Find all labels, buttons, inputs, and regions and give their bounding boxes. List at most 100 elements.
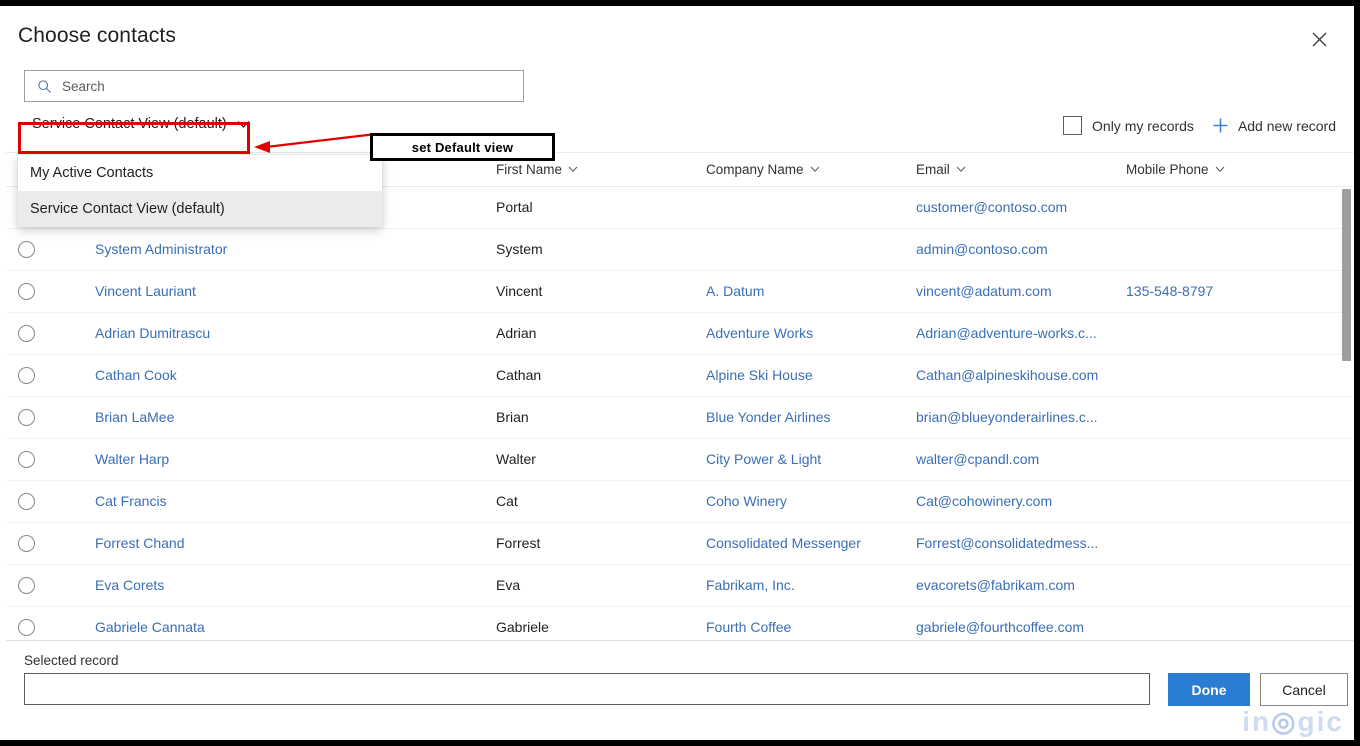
row-mobile-phone-cell[interactable]: 135-548-8797 (1126, 283, 1326, 301)
row-email-cell[interactable]: Forrest@consolidatedmess... (916, 535, 1126, 553)
row-select-cell[interactable] (6, 493, 46, 510)
row-email-cell[interactable]: Cat@cohowinery.com (916, 493, 1126, 511)
only-my-records-label: Only my records (1092, 117, 1194, 134)
row-select-cell[interactable] (6, 535, 46, 552)
row-radio-button[interactable] (17, 283, 35, 300)
row-select-cell[interactable] (6, 367, 46, 384)
row-company-name-cell[interactable]: City Power & Light (706, 451, 916, 469)
row-email-cell[interactable]: gabriele@fourthcoffee.com (916, 619, 1126, 637)
row-first-name-cell-text: Vincent (496, 282, 543, 299)
row-email-cell[interactable]: customer@contoso.com (916, 199, 1126, 217)
done-button[interactable]: Done (1168, 673, 1250, 706)
row-first-name-cell-text: Cat (496, 492, 518, 509)
row-select-cell[interactable] (6, 325, 46, 342)
row-company-name-cell[interactable]: Coho Winery (706, 493, 916, 511)
row-select-cell[interactable] (6, 283, 46, 300)
row-radio-button[interactable] (17, 325, 35, 342)
row-full-name-cell[interactable]: Forrest Chand (46, 535, 496, 553)
dialog-footer: Selected record Done Cancel in◎gic (6, 640, 1354, 740)
row-company-name-cell-text: Consolidated Messenger (706, 534, 861, 551)
view-option-0[interactable]: My Active Contacts (18, 155, 382, 191)
grid-header-company-name[interactable]: Company Name (706, 162, 916, 177)
row-radio-button[interactable] (17, 577, 35, 594)
row-radio-button[interactable] (17, 241, 35, 258)
view-selector-button[interactable]: Service Contact View (default) (28, 112, 260, 136)
grid-header-mobile-phone[interactable]: Mobile Phone (1126, 162, 1326, 177)
search-input[interactable] (62, 78, 482, 94)
row-radio-button[interactable] (17, 535, 35, 552)
grid-scrollbar[interactable] (1342, 189, 1351, 629)
table-row[interactable]: System Administrator System admin@contoso.… (6, 229, 1354, 271)
row-full-name-cell[interactable]: Walter Harp (46, 451, 496, 469)
search-box[interactable] (24, 70, 524, 102)
row-select-cell[interactable] (6, 577, 46, 594)
row-full-name-cell[interactable]: System Administrator (46, 241, 496, 259)
table-row[interactable]: Adrian Dumitrascu Adrian Adventure Works Ad… (6, 313, 1354, 355)
row-email-cell[interactable]: brian@blueyonderairlines.c... (916, 409, 1126, 427)
row-first-name-cell-text: Brian (496, 408, 529, 425)
row-company-name-cell[interactable]: A. Datum (706, 283, 916, 301)
page-title: Choose contacts (18, 24, 176, 47)
grid-header-first-name[interactable]: First Name (496, 162, 706, 177)
row-first-name-cell: Adrian (496, 325, 706, 343)
row-radio-button[interactable] (17, 367, 35, 384)
row-company-name-cell-text: Fourth Coffee (706, 618, 792, 635)
grid-scrollbar-thumb[interactable] (1342, 189, 1351, 361)
row-company-name-cell[interactable]: Consolidated Messenger (706, 535, 916, 553)
row-radio-button[interactable] (17, 451, 35, 468)
table-row[interactable]: Gabriele Cannata Gabriele Fourth Coffee gab… (6, 607, 1354, 640)
table-row[interactable]: Eva Corets Eva Fabrikam, Inc. evacorets@fab… (6, 565, 1354, 607)
row-select-cell[interactable] (6, 451, 46, 468)
table-row[interactable]: Vincent Lauriant Vincent A. Datum vincent@a… (6, 271, 1354, 313)
row-select-cell[interactable] (6, 241, 46, 258)
grid-header-email[interactable]: Email (916, 162, 1126, 177)
close-icon[interactable] (1304, 24, 1334, 54)
row-full-name-cell[interactable]: Adrian Dumitrascu (46, 325, 496, 343)
add-new-record-button[interactable]: Add new record (1212, 117, 1336, 134)
row-company-name-cell-text: Alpine Ski House (706, 366, 813, 383)
row-email-cell[interactable]: admin@contoso.com (916, 241, 1126, 259)
row-email-cell[interactable]: walter@cpandl.com (916, 451, 1126, 469)
row-company-name-cell[interactable]: Blue Yonder Airlines (706, 409, 916, 427)
row-full-name-cell[interactable]: Eva Corets (46, 577, 496, 595)
command-bar-right: Only my records Add new record (1063, 116, 1336, 135)
only-my-records-checkbox[interactable] (1063, 116, 1083, 135)
table-row[interactable]: Cat Francis Cat Coho Winery Cat@cohowinery.… (6, 481, 1354, 523)
row-first-name-cell: Gabriele (496, 619, 706, 637)
row-radio-button[interactable] (17, 619, 35, 636)
cancel-button[interactable]: Cancel (1260, 673, 1348, 706)
view-option-label: My Active Contacts (30, 165, 154, 181)
table-row[interactable]: Cathan Cook Cathan Alpine Ski House Cathan@… (6, 355, 1354, 397)
row-select-cell[interactable] (6, 409, 46, 426)
row-company-name-cell[interactable]: Fourth Coffee (706, 619, 916, 637)
row-first-name-cell: Cat (496, 493, 706, 511)
row-company-name-cell[interactable]: Fabrikam, Inc. (706, 577, 916, 595)
row-company-name-cell[interactable]: Adventure Works (706, 325, 916, 343)
row-email-cell[interactable]: vincent@adatum.com (916, 283, 1126, 301)
grid-header-email-label: Email (916, 162, 950, 177)
row-first-name-cell-text: Cathan (496, 366, 542, 383)
row-email-cell[interactable]: Cathan@alpineskihouse.com (916, 367, 1126, 385)
row-email-cell-text: customer@contoso.com (916, 198, 1068, 215)
row-email-cell[interactable]: Adrian@adventure-works.c... (916, 325, 1126, 343)
table-row[interactable]: Forrest Chand Forrest Consolidated Messeng… (6, 523, 1354, 565)
row-full-name-cell[interactable]: Brian LaMee (46, 409, 496, 427)
row-full-name-cell[interactable]: Vincent Lauriant (46, 283, 496, 301)
row-full-name-cell[interactable]: Cathan Cook (46, 367, 496, 385)
row-full-name-cell[interactable]: Gabriele Cannata (46, 619, 496, 637)
only-my-records-toggle[interactable]: Only my records (1063, 116, 1194, 135)
table-row[interactable]: Walter Harp Walter City Power & Light walte… (6, 439, 1354, 481)
row-company-name-cell[interactable]: Alpine Ski House (706, 367, 916, 385)
row-radio-button[interactable] (17, 493, 35, 510)
table-row[interactable]: Brian LaMee Brian Blue Yonder Airlines bria… (6, 397, 1354, 439)
row-first-name-cell: Vincent (496, 283, 706, 301)
row-first-name-cell: Walter (496, 451, 706, 469)
window-edge-top (0, 0, 1360, 6)
view-option-1[interactable]: Service Contact View (default) (18, 191, 382, 227)
row-first-name-cell: Portal (496, 199, 706, 217)
row-radio-button[interactable] (17, 409, 35, 426)
selected-record-input[interactable] (24, 673, 1150, 705)
row-full-name-cell[interactable]: Cat Francis (46, 493, 496, 511)
row-email-cell[interactable]: evacorets@fabrikam.com (916, 577, 1126, 595)
row-select-cell[interactable] (6, 619, 46, 636)
